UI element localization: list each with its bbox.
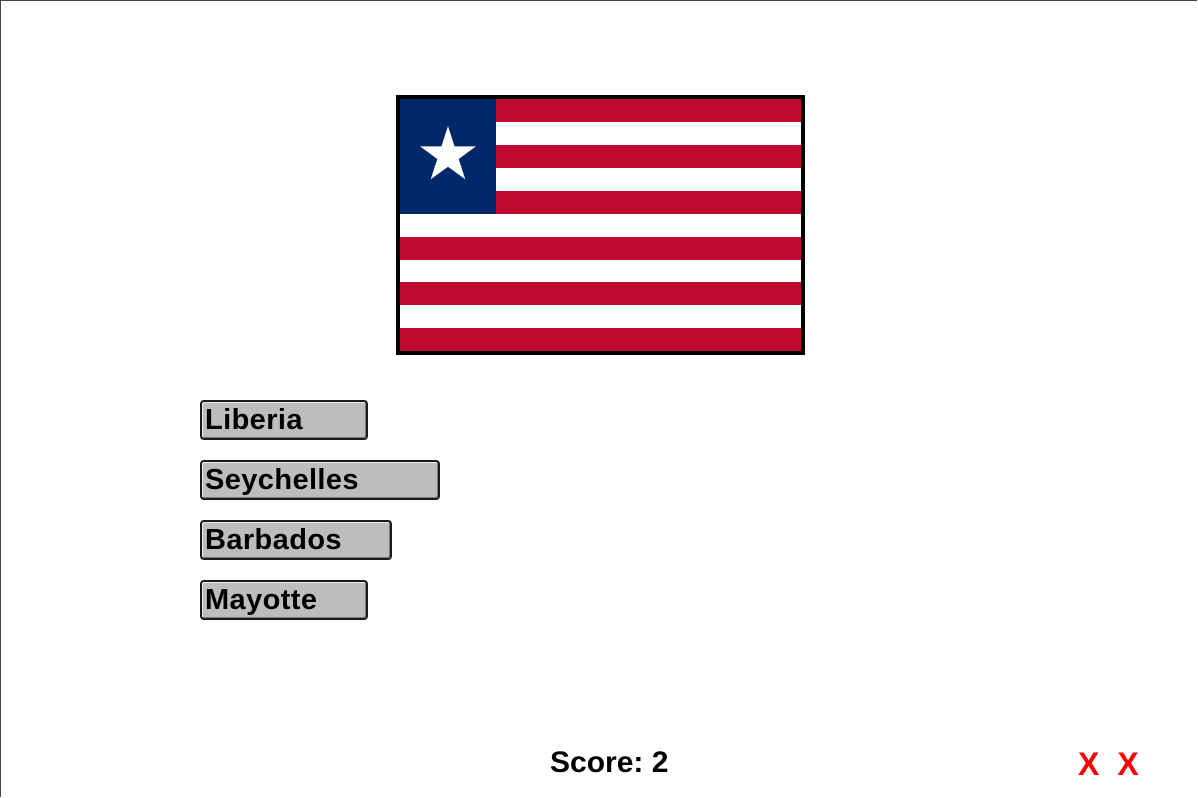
strike-mark-1: X (1078, 746, 1100, 782)
answer-button-2[interactable]: Seychelles (200, 460, 440, 500)
answer-button-3[interactable]: Barbados (200, 520, 392, 560)
score-label: Score: 2 (550, 746, 669, 779)
strike-mark-2: X (1117, 746, 1139, 782)
answer-button-4[interactable]: Mayotte (200, 580, 368, 620)
liberia-flag-icon (400, 99, 801, 351)
strike-counter: X X (1078, 746, 1139, 783)
answer-button-1[interactable]: Liberia (200, 400, 368, 440)
flag-image (396, 95, 805, 355)
